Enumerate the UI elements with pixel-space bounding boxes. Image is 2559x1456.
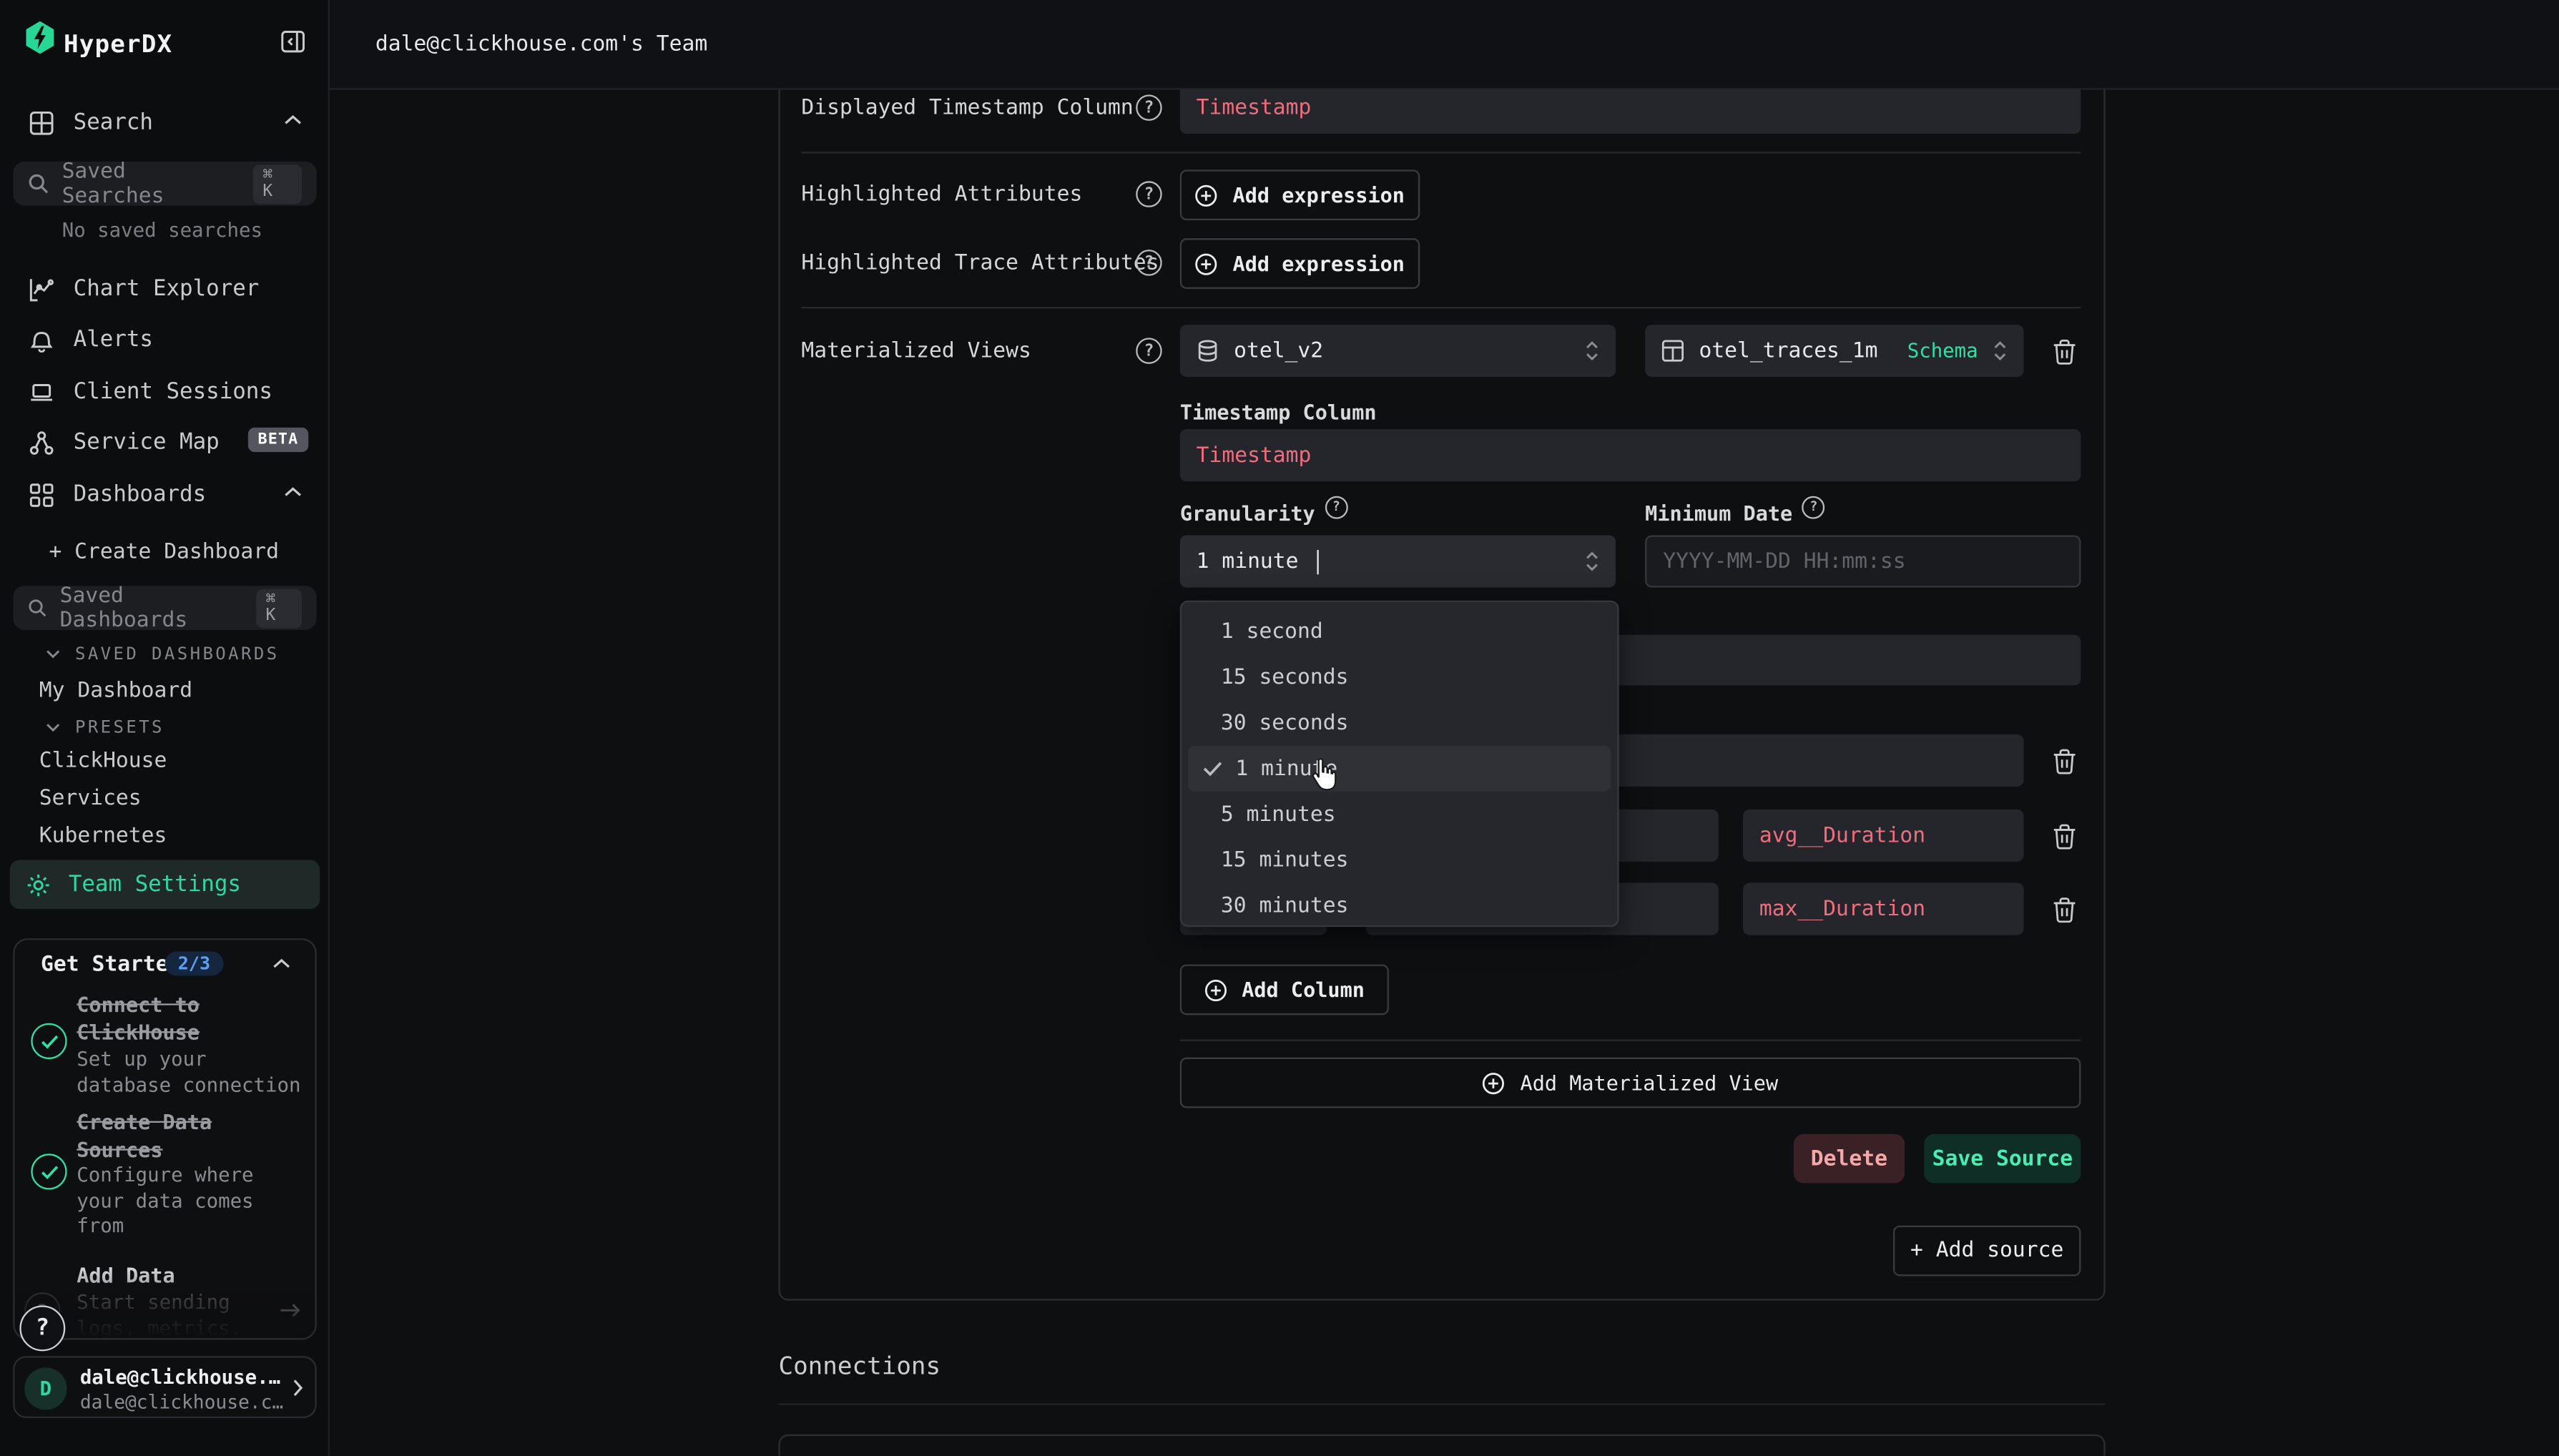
dashboards-icon: [29, 482, 54, 506]
dropdown-option[interactable]: 1 second: [1182, 609, 1617, 654]
saved-searches-input[interactable]: Saved Searches ⌘ K: [13, 162, 316, 206]
user-card[interactable]: D dale@clickhouse.… dale@clickhouse.c…: [13, 1356, 316, 1418]
help-button[interactable]: ?: [19, 1306, 65, 1352]
group-saved-dashboards[interactable]: SAVED DASHBOARDS: [46, 644, 280, 664]
chart-explorer-icon: [29, 277, 54, 301]
sidebar-item-alerts[interactable]: Alerts: [29, 325, 153, 354]
dropdown-option-selected[interactable]: 1 minute: [1188, 746, 1611, 792]
get-started-item-desc: Set up your database connection: [77, 1048, 308, 1098]
top-bar: dale@clickhouse.com's Team: [330, 0, 2559, 90]
sidebar-item-search[interactable]: Search: [29, 108, 153, 137]
get-started-item-title[interactable]: Create Data Sources: [77, 1110, 292, 1164]
service-map-icon: [29, 430, 54, 454]
search-icon: [28, 597, 47, 619]
check-circle-icon: [31, 1154, 67, 1189]
sidebar-item-service-map[interactable]: Service Map: [29, 428, 220, 457]
get-started-item-title[interactable]: Connect to ClickHouse: [77, 992, 292, 1046]
group-label: PRESETS: [75, 718, 164, 737]
no-saved-searches-text: No saved searches: [62, 219, 262, 242]
saved-dashboards-input[interactable]: Saved Dashboards ⌘ K: [13, 586, 316, 630]
app: HyperDX Search Saved Searches ⌘ K No sav…: [0, 0, 2559, 1455]
beta-badge: BETA: [248, 428, 308, 452]
connections-title: Connections: [778, 1351, 940, 1380]
sidebar-item-label: Client Sessions: [74, 378, 272, 405]
sidebar-item-label: Chart Explorer: [74, 276, 260, 302]
progress-badge: 2/3: [164, 951, 223, 975]
check-icon: [1203, 760, 1222, 777]
get-started-item-desc: Configure where your data comes from: [77, 1164, 308, 1239]
gear-icon: [26, 872, 51, 897]
avatar: D: [24, 1367, 67, 1410]
sidebar-item-client-sessions[interactable]: Client Sessions: [29, 377, 272, 406]
search-section-icon: [29, 110, 54, 134]
sidebar-item-label: Service Map: [74, 429, 220, 456]
get-started-card: Get Started 2/3 Connect to ClickHouse Se…: [13, 938, 316, 1339]
shortcut-badge: ⌘ K: [253, 164, 302, 203]
sidebar-item-services[interactable]: Services: [39, 787, 142, 813]
divider: [778, 1403, 2105, 1405]
create-dashboard-button[interactable]: + Create Dashboard: [49, 540, 278, 564]
search-icon: [28, 173, 49, 195]
connections-panel: [778, 1435, 2105, 1456]
app-title: HyperDX: [64, 29, 172, 59]
dropdown-option-label: 1 minute: [1235, 757, 1337, 781]
user-email: dale@clickhouse.c…: [80, 1390, 283, 1413]
granularity-dropdown: 1 second 15 seconds 30 seconds 1 minute …: [1180, 601, 1619, 927]
shortcut-badge: ⌘ K: [256, 589, 302, 628]
chevron-up-icon[interactable]: [284, 486, 302, 498]
sidebar-item-chart-explorer[interactable]: Chart Explorer: [29, 274, 259, 303]
dropdown-option[interactable]: 15 minutes: [1182, 837, 1617, 883]
chevron-right-icon: [292, 1379, 303, 1397]
user-name: dale@clickhouse.…: [80, 1366, 280, 1389]
sidebar-item-label: Search: [74, 109, 153, 136]
page-title: dale@clickhouse.com's Team: [375, 0, 707, 90]
sidebar-item-my-dashboard[interactable]: My Dashboard: [39, 679, 192, 705]
sidebar-item-team-settings[interactable]: Team Settings: [10, 860, 320, 909]
dropdown-option[interactable]: 30 seconds: [1182, 700, 1617, 746]
chevron-down-icon: [46, 723, 61, 733]
group-label: SAVED DASHBOARDS: [75, 644, 280, 664]
saved-dashboards-placeholder: Saved Dashboards: [60, 584, 243, 632]
laptop-icon: [29, 380, 54, 404]
dropdown-option[interactable]: 30 minutes: [1182, 883, 1617, 929]
dropdown-option[interactable]: 15 seconds: [1182, 654, 1617, 700]
sidebar-item-label: Dashboards: [74, 481, 206, 508]
dropdown-option[interactable]: 5 minutes: [1182, 792, 1617, 837]
sidebar: HyperDX Search Saved Searches ⌘ K No sav…: [0, 0, 330, 1455]
saved-searches-placeholder: Saved Searches: [62, 159, 240, 207]
group-presets[interactable]: PRESETS: [46, 718, 164, 737]
hyperdx-logo-icon: [26, 21, 54, 54]
get-started-title: Get Started: [41, 953, 181, 978]
sidebar-item-kubernetes[interactable]: Kubernetes: [39, 824, 167, 850]
sidebar-collapse-icon[interactable]: [280, 29, 305, 54]
chevron-down-icon: [46, 649, 61, 659]
chevron-up-icon[interactable]: [272, 958, 290, 969]
sidebar-item-dashboards[interactable]: Dashboards: [29, 480, 206, 509]
check-circle-icon: [31, 1023, 67, 1059]
bell-icon: [29, 328, 54, 352]
chevron-up-icon[interactable]: [284, 114, 302, 126]
sidebar-item-label: Alerts: [74, 326, 153, 353]
sidebar-item-label: Team Settings: [69, 872, 241, 898]
sidebar-item-clickhouse[interactable]: ClickHouse: [39, 749, 167, 775]
